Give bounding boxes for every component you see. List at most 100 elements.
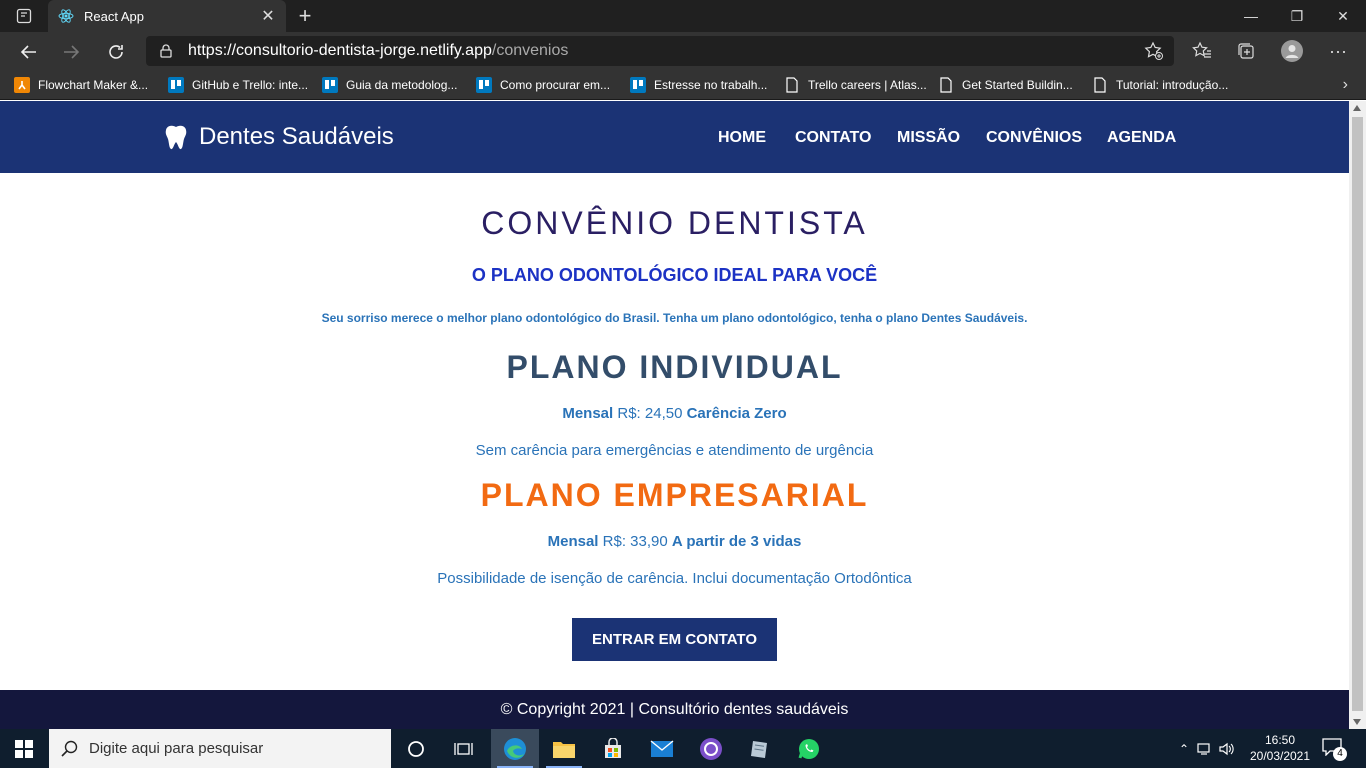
bookmark-item[interactable]: Guia da metodolog...	[322, 76, 457, 94]
plan-highlight: A partir de 3 vidas	[671, 533, 802, 550]
clock-time: 16:50	[1264, 733, 1296, 747]
system-clock[interactable]: 16:50 20/03/2021	[1240, 732, 1320, 764]
bookmark-label: GitHub e Trello: inte...	[192, 78, 309, 92]
lock-icon[interactable]	[160, 43, 174, 59]
bookmark-label: Trello careers | Atlas...	[808, 78, 927, 92]
windows-taskbar: Digite aqui para pesquisar ⌃ 16:50 20/03…	[0, 729, 1366, 768]
add-favorite-icon[interactable]	[1144, 41, 1164, 66]
notes-app-icon[interactable]	[736, 729, 784, 768]
system-tray: ⌃	[1174, 729, 1238, 768]
bookmark-label: Flowchart Maker &...	[38, 78, 149, 92]
nav-home[interactable]: HOME	[718, 129, 766, 147]
scroll-down-icon[interactable]	[1353, 719, 1361, 725]
plan-individual-details: Sem carência para emergências e atendime…	[475, 442, 874, 459]
trello-icon	[630, 77, 646, 93]
react-icon	[58, 9, 74, 23]
nav-contato[interactable]: CONTATO	[795, 129, 871, 147]
page-icon	[784, 77, 800, 93]
scrollbar-thumb[interactable]	[1352, 117, 1363, 711]
bookmark-item[interactable]: Flowchart Maker &...	[14, 76, 148, 94]
page-icon	[1092, 77, 1108, 93]
contact-button[interactable]: ENTRAR EM CONTATO	[572, 618, 777, 661]
browser-titlebar: React App ✕ + — ❐ ✕	[0, 0, 1366, 32]
page-title: CONVÊNIO DENTISTA	[481, 205, 868, 241]
favorites-icon[interactable]	[1190, 39, 1214, 63]
bookmark-item[interactable]: Get Started Buildin...	[938, 76, 1073, 94]
bookmark-item[interactable]: Como procurar em...	[476, 76, 610, 94]
chevron-right-icon[interactable]: ›	[1343, 76, 1348, 94]
trello-icon	[322, 77, 338, 93]
bookmark-label: Estresse no trabalh...	[654, 78, 768, 92]
search-placeholder: Digite aqui para pesquisar	[89, 740, 264, 757]
bookmarks-bar: Flowchart Maker &... GitHub e Trello: in…	[0, 70, 1366, 100]
close-tab-icon[interactable]: ✕	[256, 6, 280, 26]
bookmark-item[interactable]: Estresse no trabalh...	[630, 76, 767, 94]
clock-date: 20/03/2021	[1249, 749, 1311, 763]
plan-individual-price: Mensal R$: 24,50 Carência Zero	[0, 405, 1349, 422]
mail-icon[interactable]	[638, 729, 686, 768]
nav-missao[interactable]: MISSÃO	[897, 129, 960, 147]
price-value: R$: 33,90	[602, 533, 668, 550]
task-view-icon[interactable]	[440, 729, 488, 768]
address-bar[interactable]: https://consultorio-dentista-jorge.netli…	[146, 36, 1174, 66]
restore-icon[interactable]: ❐	[1274, 0, 1320, 32]
notification-badge: 4	[1333, 747, 1347, 761]
network-icon[interactable]	[1194, 742, 1216, 756]
taskbar-search-input[interactable]: Digite aqui para pesquisar	[49, 729, 391, 768]
forward-icon[interactable]	[58, 39, 84, 65]
plan-empresarial-price: Mensal R$: 33,90 A partir de 3 vidas	[0, 533, 1349, 550]
url-text[interactable]: https://consultorio-dentista-jorge.netli…	[188, 42, 568, 60]
nav-convenios[interactable]: CONVÊNIOS	[986, 129, 1082, 147]
brand-name: Dentes Saudáveis	[199, 123, 394, 150]
period-label: Mensal	[547, 533, 599, 550]
search-icon	[61, 740, 78, 757]
browser-toolbar: https://consultorio-dentista-jorge.netli…	[0, 32, 1366, 70]
bookmark-label: Get Started Buildin...	[962, 78, 1073, 92]
browser-tab[interactable]: React App ✕	[48, 0, 286, 32]
profile-avatar-icon[interactable]	[1280, 39, 1304, 63]
collections-icon[interactable]	[1234, 39, 1258, 63]
plan-empresarial-details: Possibilidade de isenção de carência. In…	[437, 570, 912, 587]
page-subtitle: O PLANO ODONTOLÓGICO IDEAL PARA VOCÊ	[471, 265, 878, 285]
microsoft-store-icon[interactable]	[589, 729, 637, 768]
bookmark-item[interactable]: Trello careers | Atlas...	[784, 76, 927, 94]
notification-center-icon[interactable]: 4	[1322, 738, 1348, 761]
bookmark-label: Guia da metodolog...	[346, 78, 458, 92]
more-options-icon[interactable]: ···	[1326, 39, 1350, 63]
tooth-icon	[165, 125, 187, 150]
tab-actions-icon[interactable]	[8, 6, 40, 26]
tab-title: React App	[84, 8, 144, 24]
page-icon	[938, 77, 954, 93]
page-scrollbar[interactable]	[1349, 101, 1366, 729]
close-window-icon[interactable]: ✕	[1320, 0, 1366, 32]
bookmark-item[interactable]: GitHub e Trello: inte...	[168, 76, 308, 94]
file-explorer-icon[interactable]	[540, 729, 588, 768]
url-path: /convenios	[491, 42, 569, 59]
cortana-icon[interactable]	[392, 729, 440, 768]
windows-start-icon[interactable]	[0, 729, 48, 768]
plan-highlight: Carência Zero	[686, 405, 787, 422]
nav-agenda[interactable]: AGENDA	[1107, 129, 1176, 147]
page-description: Seu sorriso merece o melhor plano odonto…	[321, 311, 1028, 325]
trello-icon	[168, 77, 184, 93]
whatsapp-icon[interactable]	[785, 729, 833, 768]
github-desktop-icon[interactable]	[687, 729, 735, 768]
url-host: https://consultorio-dentista-jorge.netli…	[188, 42, 492, 59]
edge-taskbar-icon[interactable]	[491, 729, 539, 768]
bookmark-label: Como procurar em...	[500, 78, 611, 92]
refresh-icon[interactable]	[103, 39, 129, 65]
brand[interactable]: Dentes Saudáveis	[164, 123, 394, 151]
period-label: Mensal	[562, 405, 614, 422]
plan-empresarial-title: PLANO EMPRESARIAL	[480, 477, 869, 513]
price-value: R$: 24,50	[617, 405, 683, 422]
plan-individual-title: PLANO INDIVIDUAL	[506, 349, 843, 385]
scroll-up-icon[interactable]	[1353, 105, 1361, 111]
minimize-icon[interactable]: —	[1228, 0, 1274, 32]
volume-icon[interactable]	[1216, 742, 1238, 756]
new-tab-icon[interactable]: +	[292, 4, 318, 28]
back-icon[interactable]	[16, 39, 42, 65]
web-page: Dentes Saudáveis HOME CONTATO MISSÃO CON…	[0, 101, 1349, 729]
drawio-icon	[14, 77, 30, 93]
chevron-up-icon[interactable]: ⌃	[1174, 742, 1194, 756]
bookmark-item[interactable]: Tutorial: introdução...	[1092, 76, 1228, 94]
